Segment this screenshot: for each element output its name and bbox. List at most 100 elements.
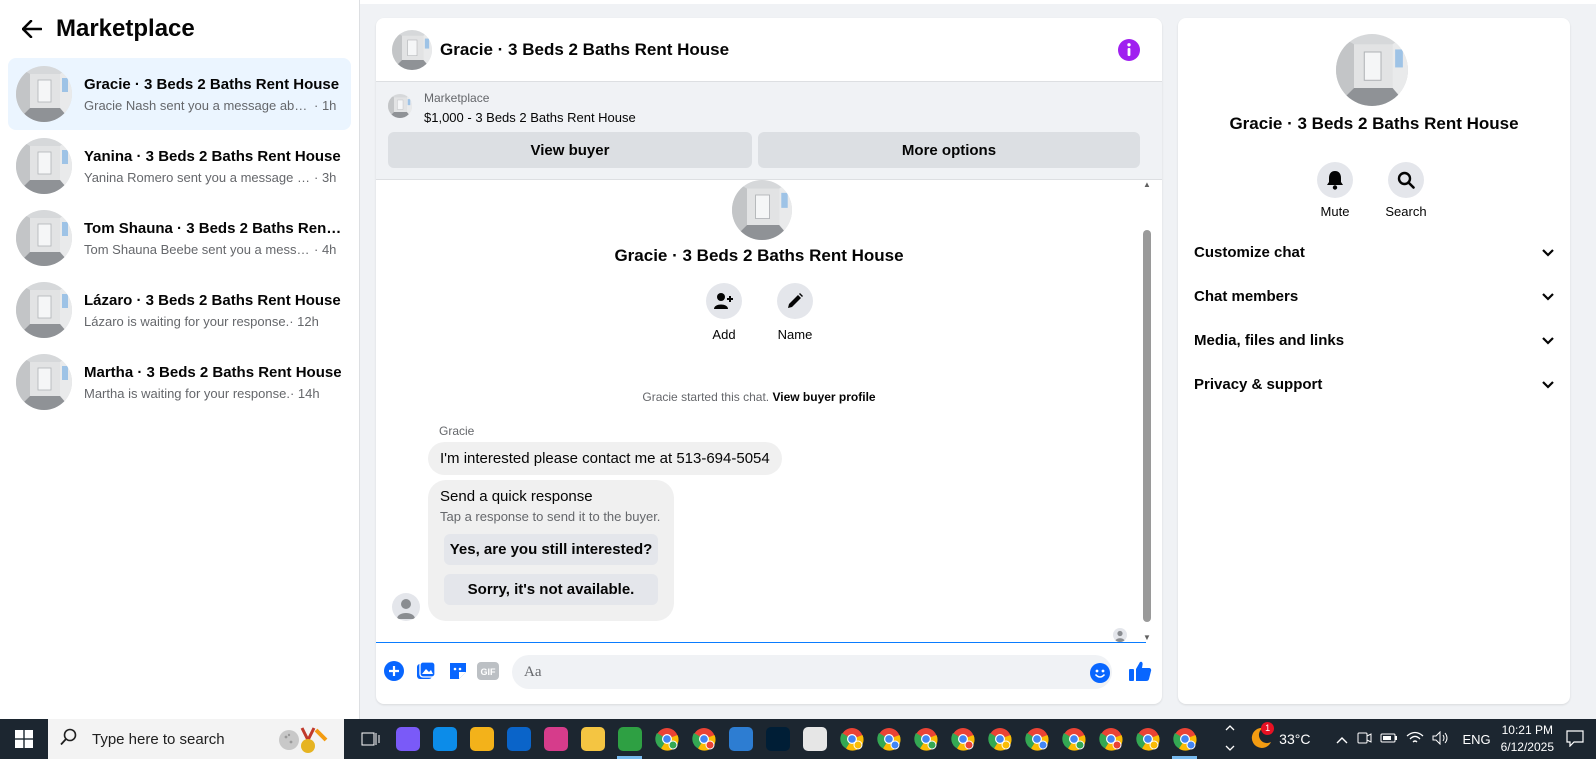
chat-members-section[interactable]: Chat members xyxy=(1194,284,1554,308)
name-action[interactable]: Name xyxy=(765,283,825,342)
photo-icon[interactable] xyxy=(414,659,438,683)
chat-members-label: Chat members xyxy=(1194,287,1299,305)
listing-source: Marketplace xyxy=(424,91,490,105)
clock-time: 10:21 PM xyxy=(1501,723,1553,737)
add-action[interactable]: Add xyxy=(694,283,754,342)
scroll-up-icon[interactable]: ▲ xyxy=(1142,180,1152,189)
conversation-text: Martha · 3 Beds 2 Baths Rent House Martha… xyxy=(84,364,346,401)
wifi-icon[interactable] xyxy=(1406,731,1424,748)
chrome-profile-icon[interactable] xyxy=(1092,719,1129,759)
temperature[interactable]: 33°C xyxy=(1279,731,1310,747)
info-icon[interactable] xyxy=(1118,39,1140,61)
photoshop-icon[interactable] xyxy=(759,719,796,759)
bell-icon[interactable] xyxy=(1317,162,1353,198)
media-files-links-label: Media, files and links xyxy=(1194,331,1345,349)
seen-receipt-icon xyxy=(1113,628,1127,642)
pencil-icon[interactable] xyxy=(777,283,813,319)
chrome-profile-icon[interactable] xyxy=(981,719,1018,759)
mute-action[interactable]: Mute xyxy=(1300,162,1370,219)
chrome-profile-icon[interactable] xyxy=(944,719,981,759)
paint-icon[interactable] xyxy=(796,719,833,759)
battery-icon[interactable] xyxy=(1380,731,1398,748)
conversation-item[interactable]: Lázaro · 3 Beds 2 Baths Rent House Lázaro… xyxy=(8,274,351,346)
conversation-item[interactable]: Tom Shauna · 3 Beds 2 Baths Rent ... Tom … xyxy=(8,202,351,274)
windows-start-icon[interactable] xyxy=(0,719,48,759)
search-icon[interactable] xyxy=(1388,162,1424,198)
windows-taskbar: Type here to search 1 33°C ENG 10:21 PM … xyxy=(0,719,1596,759)
plus-circle-icon[interactable] xyxy=(382,659,406,683)
quick-response-sorry-button[interactable]: Sorry, it's not available. xyxy=(444,574,658,605)
chat-avatar[interactable] xyxy=(392,29,432,70)
chat-title[interactable]: Gracie · 3 Beds 2 Baths Rent House xyxy=(440,40,729,60)
chevron-up-icon[interactable] xyxy=(1336,732,1348,747)
chevron-down-icon xyxy=(1542,376,1554,393)
thumbs-up-icon[interactable] xyxy=(1128,659,1152,683)
taskbar-search-box[interactable]: Type here to search xyxy=(48,719,344,759)
volume-icon[interactable] xyxy=(1432,730,1450,748)
privacy-support-section[interactable]: Privacy & support xyxy=(1194,372,1554,396)
chrome-profile-icon[interactable] xyxy=(833,719,870,759)
file-explorer-icon[interactable] xyxy=(574,719,611,759)
conversation-item[interactable]: Gracie · 3 Beds 2 Baths Rent House Gracie… xyxy=(8,58,351,130)
m365-icon[interactable] xyxy=(537,719,574,759)
chrome-profile-icon[interactable] xyxy=(870,719,907,759)
gif-icon[interactable]: GIF xyxy=(476,659,500,683)
emoji-icon[interactable] xyxy=(1088,661,1112,685)
media-files-links-section[interactable]: Media, files and links xyxy=(1194,328,1554,352)
svg-text:GIF: GIF xyxy=(481,667,497,677)
chrome-profile-icon[interactable] xyxy=(907,719,944,759)
notes-icon[interactable] xyxy=(722,719,759,759)
conversation-avatar xyxy=(16,66,72,122)
store-icon[interactable] xyxy=(463,719,500,759)
task-view-icon[interactable] xyxy=(352,719,389,759)
search-action[interactable]: Search xyxy=(1371,162,1441,219)
chrome-profile-icon[interactable] xyxy=(1018,719,1055,759)
sticker-icon[interactable] xyxy=(446,659,470,683)
message-thread: Gracie · 3 Beds 2 Baths Rent House Add N… xyxy=(376,180,1162,642)
clock-date: 6/12/2025 xyxy=(1500,740,1554,754)
conversation-preview: Tom Shauna Beebe sent you a messag... · … xyxy=(84,242,346,257)
more-options-button[interactable]: More options xyxy=(758,132,1140,168)
chrome-profile-icon[interactable] xyxy=(1166,719,1203,759)
tray-scroll-icon[interactable] xyxy=(1225,723,1235,756)
scrollbar-thumb[interactable] xyxy=(1143,230,1151,622)
conversation-item[interactable]: Martha · 3 Beds 2 Baths Rent House Martha… xyxy=(8,346,351,418)
messenger-app: Marketplace Gracie · 3 Beds 2 Baths Rent… xyxy=(0,0,1596,719)
incoming-message[interactable]: I'm interested please contact me at 513-… xyxy=(428,442,782,475)
notifications-icon[interactable] xyxy=(1566,729,1584,750)
add-label: Add xyxy=(712,327,736,342)
conversation-item[interactable]: Yanina · 3 Beds 2 Baths Rent House Yanina… xyxy=(8,130,351,202)
conversation-snippet: Tom Shauna Beebe sent you a messag... xyxy=(84,241,314,257)
view-buyer-profile-link[interactable]: View buyer profile xyxy=(772,390,875,404)
chevron-down-icon xyxy=(1542,332,1554,349)
add-person-icon[interactable] xyxy=(706,283,742,319)
edge-icon[interactable] xyxy=(426,719,463,759)
chevron-down-icon xyxy=(1542,244,1554,261)
outlook-icon[interactable] xyxy=(500,719,537,759)
code-editor-icon[interactable] xyxy=(611,719,648,759)
listing-price-title[interactable]: $1,000 - 3 Beds 2 Baths Rent House xyxy=(424,110,636,125)
conversation-time: · 3h xyxy=(314,169,337,185)
meet-now-icon[interactable] xyxy=(1356,730,1372,749)
thread-scrollbar[interactable]: ▲ ▼ xyxy=(1142,180,1152,642)
customize-chat-label: Customize chat xyxy=(1194,243,1305,261)
chrome-profile-icon[interactable] xyxy=(1055,719,1092,759)
chrome-profile-icon[interactable] xyxy=(1129,719,1166,759)
privacy-support-label: Privacy & support xyxy=(1194,375,1323,393)
chrome-profile-icon[interactable] xyxy=(685,719,722,759)
taskbar-clock[interactable]: 10:21 PM 6/12/2025 xyxy=(1501,722,1554,756)
view-buyer-button[interactable]: View buyer xyxy=(388,132,752,168)
listing-thumbnail[interactable] xyxy=(388,94,412,118)
conversation-text: Tom Shauna · 3 Beds 2 Baths Rent ... Tom … xyxy=(84,220,346,257)
copilot-icon[interactable] xyxy=(389,719,426,759)
system-tray: 1 33°C ENG 10:21 PM 6/12/2025 xyxy=(1225,719,1596,759)
weather-moon-icon[interactable]: 1 xyxy=(1249,721,1275,753)
customize-chat-section[interactable]: Customize chat xyxy=(1194,240,1554,264)
chrome-profile-icon[interactable] xyxy=(648,719,685,759)
scroll-down-icon[interactable]: ▼ xyxy=(1142,633,1152,642)
message-input[interactable] xyxy=(512,655,1112,689)
quick-response-yes-button[interactable]: Yes, are you still interested? xyxy=(444,534,658,565)
language-indicator[interactable]: ENG xyxy=(1462,732,1490,747)
conversation-preview: Martha is waiting for your response. · 1… xyxy=(84,386,346,401)
back-arrow-icon[interactable] xyxy=(20,17,44,41)
